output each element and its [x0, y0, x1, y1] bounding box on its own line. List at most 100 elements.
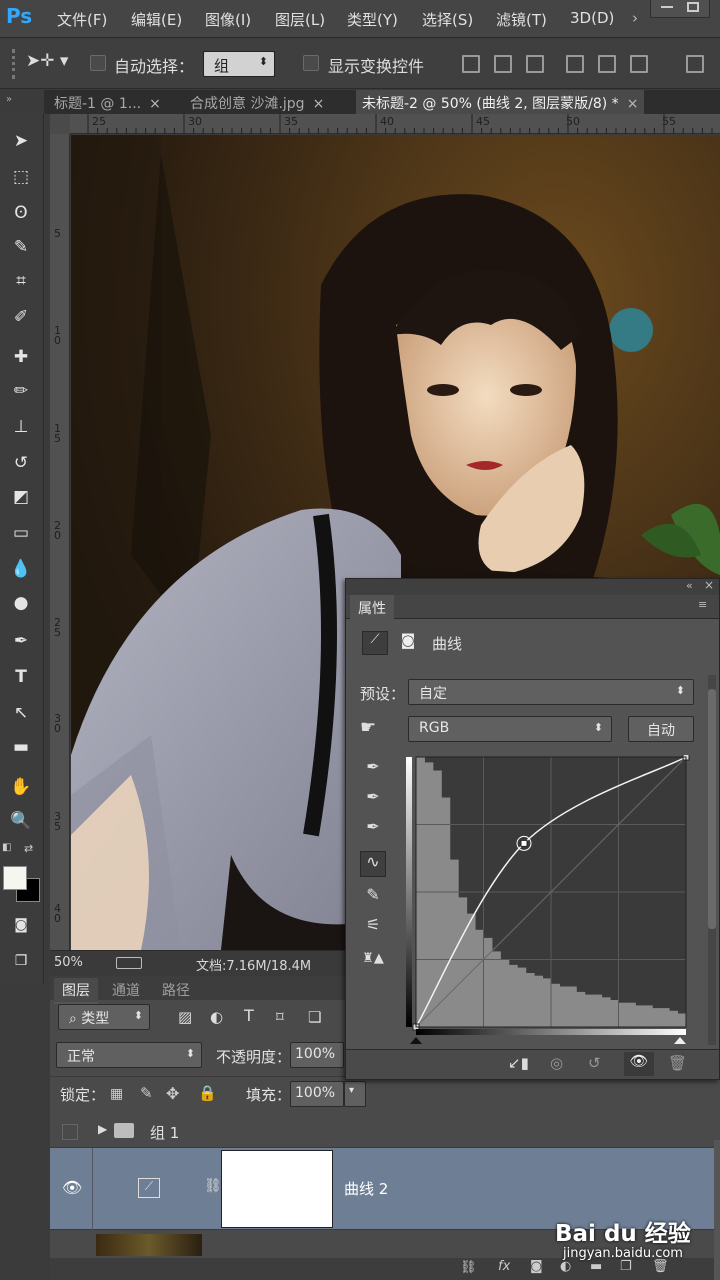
tab-doc-1[interactable]: 标题-1 @ 1... × [48, 90, 167, 114]
menu-type[interactable]: 类型(Y) [347, 9, 398, 30]
type-tool-icon[interactable]: T [6, 662, 36, 692]
layer-group-1[interactable]: ▶ 组 1 [50, 1116, 720, 1148]
align-bottom-icon[interactable] [526, 55, 544, 73]
link-layers-icon[interactable]: ⛓ [460, 1260, 477, 1275]
marquee-tool-icon[interactable]: ⬚ [6, 162, 36, 192]
filter-pixel-icon[interactable]: ▨ [178, 1008, 192, 1026]
layer-mask-thumbnail[interactable] [221, 1150, 333, 1228]
crop-tool-icon[interactable]: ⌗ [6, 266, 36, 296]
status-icon[interactable] [116, 957, 142, 969]
filter-smart-icon[interactable]: ❏ [308, 1008, 321, 1026]
visibility-eye-icon[interactable]: 👁 [624, 1052, 654, 1076]
lock-transparent-icon[interactable]: ▦ [110, 1086, 123, 1102]
healing-brush-tool-icon[interactable]: ✚ [6, 342, 36, 372]
eye-icon[interactable]: 👁 [62, 1178, 82, 1197]
align-top-icon[interactable] [462, 55, 480, 73]
clone-stamp-tool-icon[interactable]: ⊥ [6, 412, 36, 442]
scrollbar-thumb[interactable] [708, 689, 716, 929]
zoom-level[interactable]: 50% [54, 955, 83, 970]
close-icon[interactable]: × [704, 578, 714, 592]
menu-3d[interactable]: 3D(D) [570, 9, 614, 27]
zoom-tool-icon[interactable]: 🔍 [6, 806, 36, 836]
pencil-draw-icon[interactable]: ✎ [360, 885, 386, 911]
auto-select-dropdown[interactable]: 组 ⬍ [203, 51, 275, 77]
eraser-tool-icon[interactable]: ◩ [6, 482, 36, 512]
fx-icon[interactable]: fx [498, 1259, 510, 1274]
gray-point-eyedropper-icon[interactable]: ✒ [360, 787, 386, 813]
visibility-toggle[interactable] [62, 1124, 78, 1140]
blend-mode-dropdown[interactable]: 正常 ⬍ [56, 1042, 202, 1068]
curve-point-mode-icon[interactable]: ∿ [360, 851, 386, 877]
align-left-icon[interactable] [566, 55, 584, 73]
eyedropper-tool-icon[interactable]: ✐ [6, 302, 36, 332]
menu-file[interactable]: 文件(F) [57, 9, 107, 30]
menu-layer[interactable]: 图层(L) [275, 9, 325, 30]
lasso-tool-icon[interactable]: ʘ [6, 198, 36, 228]
default-colors-icon[interactable]: ◧ [2, 842, 16, 856]
menu-select[interactable]: 选择(S) [422, 9, 473, 30]
tab-doc-3[interactable]: 未标题-2 @ 50% (曲线 2, 图层蒙版/8) * × [356, 90, 645, 114]
white-point-eyedropper-icon[interactable]: ✒ [360, 817, 386, 843]
tab-doc-2[interactable]: 合成创意 沙滩.jpg × [184, 90, 330, 114]
screen-mode-icon[interactable]: ❐ [6, 946, 36, 976]
menu-more-icon[interactable]: › [632, 9, 638, 27]
black-point-eyedropper-icon[interactable]: ✒ [360, 757, 386, 783]
scrollbar[interactable] [708, 675, 716, 1045]
smooth-curve-icon[interactable]: ⚟ [360, 915, 386, 941]
tab-channels[interactable]: 通道 [104, 978, 148, 1002]
move-tool-icon[interactable]: ➤ [6, 126, 36, 156]
mask-icon[interactable]: ◙ [396, 631, 420, 655]
fill-dropdown-icon[interactable]: ▾ [344, 1081, 366, 1107]
curve-control-point[interactable] [520, 839, 528, 847]
collapse-icon[interactable]: » [6, 94, 12, 105]
link-icon[interactable]: ⛓ [204, 1178, 222, 1194]
auto-select-checkbox[interactable] [90, 55, 106, 71]
close-icon[interactable]: × [149, 96, 161, 112]
show-transform-checkbox[interactable] [303, 55, 319, 71]
blur-tool-icon[interactable]: 💧 [6, 554, 36, 584]
tab-paths[interactable]: 路径 [154, 978, 198, 1002]
collapse-icon[interactable]: « [686, 579, 693, 592]
tab-properties[interactable]: 属性 [350, 595, 394, 619]
rectangle-tool-icon[interactable]: ▬ [6, 732, 36, 762]
align-vcenter-icon[interactable] [494, 55, 512, 73]
history-brush-tool-icon[interactable]: ↺ [6, 448, 36, 478]
brush-tool-icon[interactable]: ✏ [6, 376, 36, 406]
align-right-icon[interactable] [630, 55, 648, 73]
channel-dropdown[interactable]: RGB ⬍ [408, 716, 612, 742]
filter-shape-icon[interactable]: ⌑ [276, 1008, 284, 1026]
minimize-icon[interactable] [661, 6, 673, 8]
quick-select-tool-icon[interactable]: ✎ [6, 232, 36, 262]
curves-graph[interactable] [406, 755, 690, 1045]
swap-colors-icon[interactable]: ⇄ [24, 842, 38, 856]
lock-position-icon[interactable]: ✥ [166, 1084, 179, 1103]
auto-button[interactable]: 自动 [628, 716, 694, 742]
menu-edit[interactable]: 编辑(E) [131, 9, 182, 30]
maximize-icon[interactable] [687, 2, 699, 12]
target-adjust-hand-icon[interactable]: ☛ [360, 717, 376, 738]
reset-icon[interactable]: ↺ [588, 1054, 601, 1072]
filter-type-icon[interactable]: T [244, 1006, 254, 1025]
clipping-warning-icon[interactable]: ♜▲ [360, 951, 386, 977]
fill-input[interactable]: 100% [290, 1081, 344, 1107]
window-controls[interactable] [650, 0, 710, 18]
preset-dropdown[interactable]: 自定 ⬍ [408, 679, 694, 705]
foreground-color-swatch[interactable] [3, 866, 27, 890]
hand-tool-icon[interactable]: ✋ [6, 772, 36, 802]
path-select-tool-icon[interactable]: ↖ [6, 698, 36, 728]
quick-mask-icon[interactable]: ◙ [6, 910, 36, 940]
move-tool-icon[interactable]: ➤✛ ▾ [26, 51, 68, 71]
pen-tool-icon[interactable]: ✒ [6, 626, 36, 656]
tab-layers[interactable]: 图层 [54, 978, 98, 1004]
filter-adjustment-icon[interactable]: ◐ [210, 1008, 223, 1026]
menu-filter[interactable]: 滤镜(T) [496, 9, 547, 30]
dodge-tool-icon[interactable]: ● [6, 588, 36, 618]
clip-to-layer-icon[interactable]: ↙▮ [508, 1054, 529, 1072]
close-icon[interactable]: × [313, 96, 325, 112]
panel-menu-icon[interactable]: ≡ [698, 598, 707, 611]
delete-icon[interactable]: 🗑 [668, 1054, 687, 1072]
view-previous-icon[interactable]: ◎ [550, 1054, 563, 1072]
add-mask-icon[interactable]: ◙ [530, 1259, 543, 1274]
lock-pixels-icon[interactable]: ✎ [140, 1084, 153, 1102]
layer-filter-dropdown[interactable]: ⌕ 类型 ⬍ [58, 1004, 150, 1030]
